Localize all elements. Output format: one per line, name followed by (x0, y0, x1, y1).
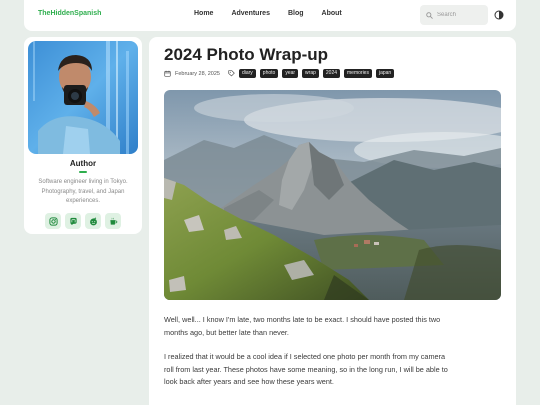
post-title: 2024 Photo Wrap-up (164, 45, 329, 64)
author-divider (79, 171, 87, 173)
coffee-icon (109, 217, 117, 225)
main-nav: Home Adventures Blog About (194, 10, 360, 17)
tag-2024[interactable]: 2024 (322, 69, 341, 78)
post-paragraph: Well, well... I know I'm late, two month… (164, 315, 441, 337)
site-brand[interactable]: TheHiddenSpanish (38, 10, 101, 17)
nav-blog[interactable]: Blog (288, 10, 304, 17)
instagram-icon (48, 216, 58, 226)
theme-toggle-icon[interactable] (494, 10, 504, 20)
social-links (45, 213, 121, 229)
nav-adventures[interactable]: Adventures (231, 10, 270, 17)
author-bio: Software engineer living in Tokyo. Photo… (38, 179, 128, 204)
tag-japan[interactable]: japan (375, 69, 395, 78)
mastodon-link[interactable] (65, 213, 81, 229)
tag-diary[interactable]: diary (238, 69, 256, 78)
coffee-link[interactable] (105, 213, 121, 229)
search-icon (426, 11, 433, 19)
tag-year[interactable]: year (282, 69, 299, 78)
calendar-icon (164, 70, 171, 77)
post-meta: February 28, 2025 diary photo year wrap … (164, 69, 395, 78)
search-box[interactable] (420, 5, 488, 25)
author-card: Author Software engineer living in Tokyo… (24, 37, 142, 234)
site-header: TheHiddenSpanish Home Adventures Blog Ab… (24, 0, 516, 31)
nav-home[interactable]: Home (194, 10, 213, 17)
tag-icon (228, 70, 235, 77)
tag-memories[interactable]: memories (344, 69, 372, 78)
author-name: Author (69, 159, 97, 168)
reddit-link[interactable] (85, 213, 101, 229)
reddit-icon (89, 217, 97, 225)
mastodon-icon (69, 217, 77, 225)
hero-image (164, 90, 501, 300)
post-card: 2024 Photo Wrap-up February 28, 2025 dia… (149, 37, 516, 405)
search-input[interactable] (437, 12, 481, 18)
instagram-link[interactable] (45, 213, 61, 229)
avatar (28, 41, 138, 154)
post-paragraph: I realized that it would be a cool idea … (164, 352, 448, 387)
post-date: February 28, 2025 (175, 70, 220, 77)
tag-photo[interactable]: photo (259, 69, 279, 78)
nav-about[interactable]: About (322, 10, 342, 17)
tag-wrap[interactable]: wrap (302, 69, 319, 78)
post-tags: diary photo year wrap 2024 memories japa… (238, 69, 395, 78)
